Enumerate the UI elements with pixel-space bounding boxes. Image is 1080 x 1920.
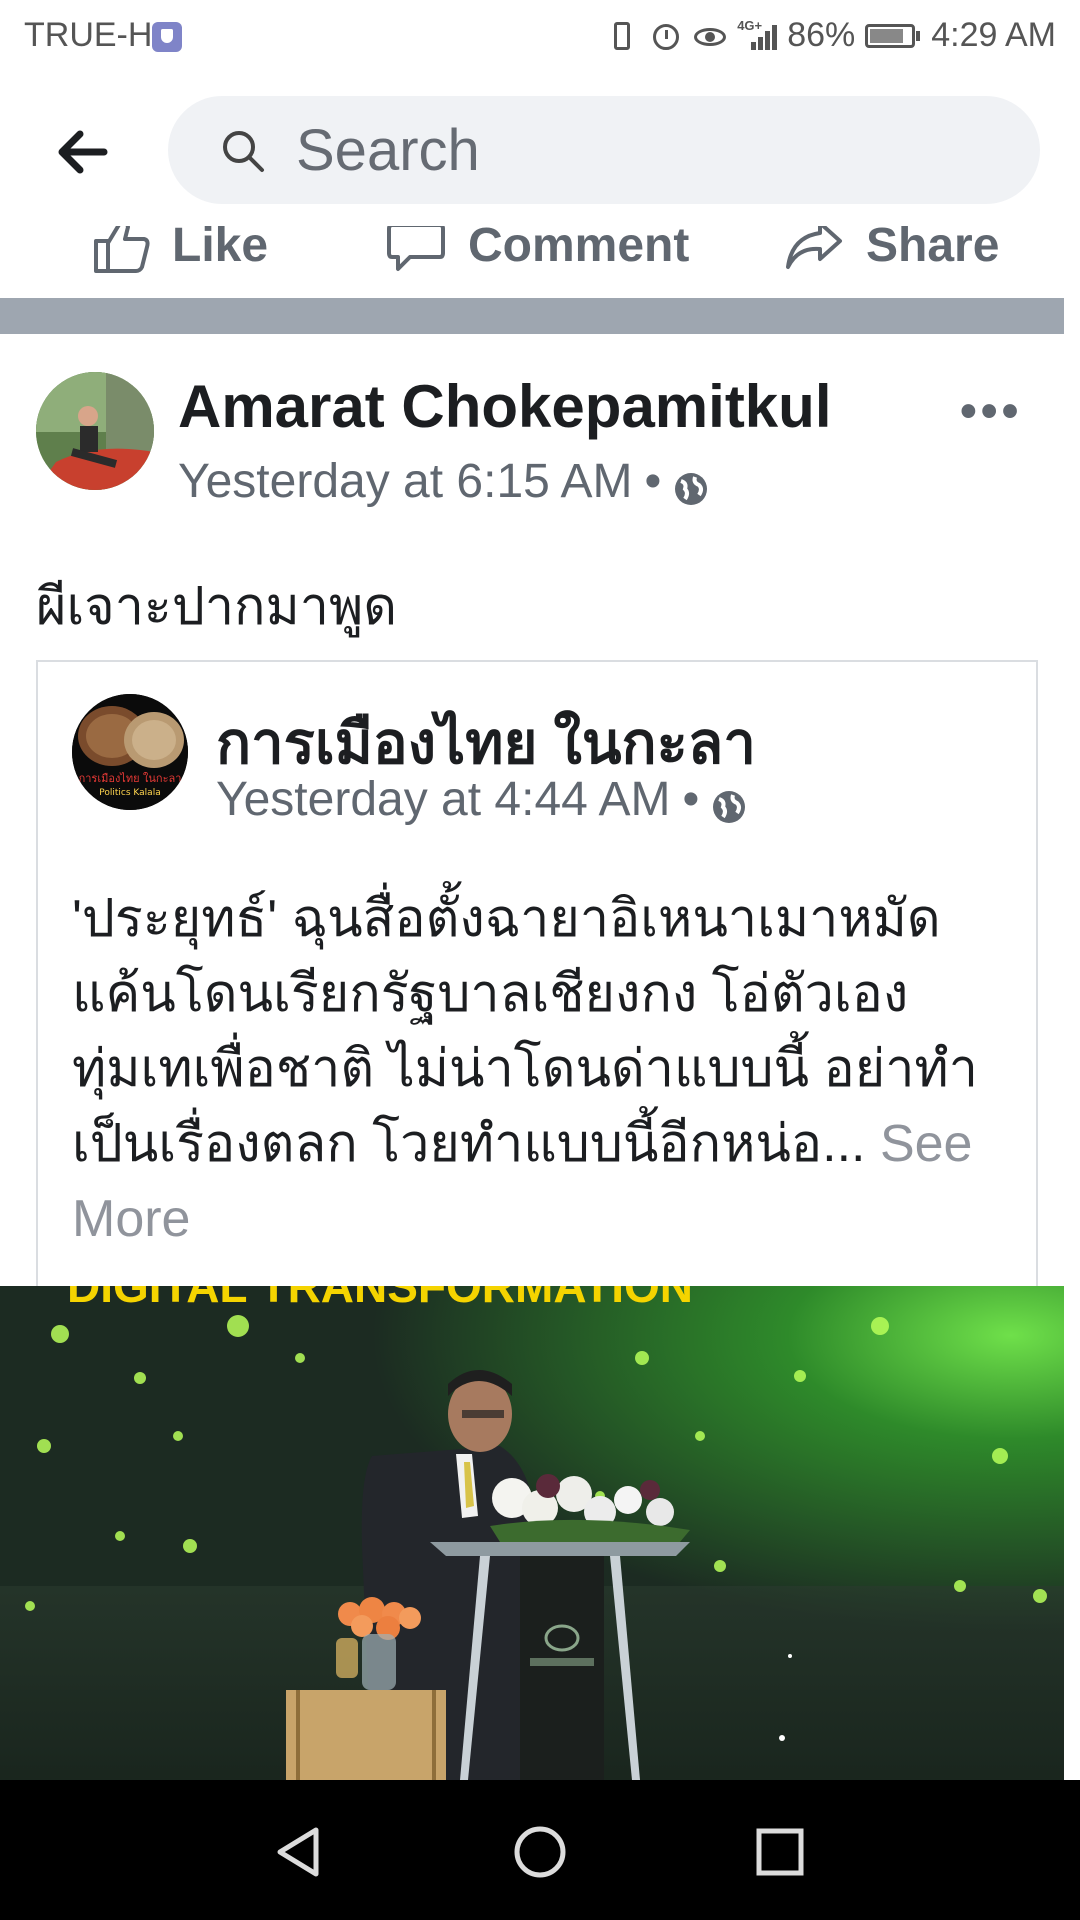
system-nav-bar: [0, 1780, 1080, 1920]
post-action-row: Like Comment Share: [0, 226, 1080, 298]
battery-icon: [865, 22, 921, 50]
post-timestamp[interactable]: Yesterday at 6:15 AM: [178, 454, 633, 509]
post-text: ผีเจาะปากมาพูด: [36, 578, 398, 636]
network-type-label: 4G+: [737, 17, 763, 33]
carrier-label: TRUE-H: [24, 16, 153, 54]
meta-separator: •: [644, 455, 662, 508]
battery-percent: 86%: [787, 16, 856, 54]
search-bar[interactable]: [168, 96, 1040, 204]
comment-label: Comment: [468, 226, 690, 272]
shared-post-text: 'ประยุทธ์' ฉุนสื่อตั้งฉายาอิเหนาเมาหมัด …: [72, 890, 978, 1173]
feed-post: Amarat Chokepamitkul Yesterday at 6:15 A…: [0, 334, 1064, 1286]
signal-icon: 4G+: [737, 17, 778, 53]
public-globe-icon: [673, 464, 709, 505]
shared-post-meta: Yesterday at 4:44 AM •: [216, 772, 747, 827]
shared-meta-separator: •: [682, 773, 700, 826]
post-meta: Yesterday at 6:15 AM •: [178, 454, 709, 509]
more-options-button[interactable]: •••: [960, 384, 1022, 439]
shared-post-timestamp[interactable]: Yesterday at 4:44 AM: [216, 772, 671, 827]
post-video[interactable]: DIGITAL TRANSFORMATION: [0, 1286, 1064, 1780]
shared-page-avatar[interactable]: การเมืองไทย ในกะลา Politics Kalala: [72, 694, 188, 810]
shared-post-body: 'ประยุทธ์' ฉุนสื่อตั้งฉายาอิเหนาเมาหมัด …: [72, 882, 1012, 1257]
alarm-icon: [649, 19, 683, 53]
shared-post-card[interactable]: การเมืองไทย ในกะลา Politics Kalala การเม…: [36, 660, 1038, 1286]
video-banner-text: DIGITAL TRANSFORMATION: [67, 1286, 693, 1312]
share-icon: [786, 226, 842, 269]
feed-divider: [0, 298, 1064, 334]
back-arrow-icon[interactable]: [56, 130, 108, 174]
comment-icon: [387, 226, 445, 271]
search-icon: [220, 128, 266, 174]
nav-recents-icon[interactable]: [750, 1822, 810, 1882]
author-avatar[interactable]: [36, 372, 154, 490]
share-label: Share: [866, 226, 1000, 272]
like-button[interactable]: Like: [92, 226, 268, 278]
author-name[interactable]: Amarat Chokepamitkul: [178, 372, 832, 441]
thumbs-up-icon: [94, 226, 150, 273]
nav-back-icon[interactable]: [270, 1822, 330, 1882]
eye-comfort-icon: [693, 19, 727, 53]
comment-button[interactable]: Comment: [386, 226, 689, 278]
vpn-shield-icon: [152, 22, 182, 52]
search-input[interactable]: [296, 120, 996, 180]
search-header: [0, 74, 1080, 228]
shared-avatar-caption-bottom: Politics Kalala: [99, 788, 160, 798]
shared-public-globe-icon: [711, 782, 747, 823]
nav-home-icon[interactable]: [510, 1822, 570, 1882]
status-icons: 4G+ 86% 4:29 AM: [605, 16, 1056, 55]
status-bar: TRUE-H 4G+ 86% 4:29 AM: [0, 0, 1080, 74]
like-label: Like: [172, 226, 269, 272]
share-button[interactable]: Share: [784, 226, 999, 278]
shared-avatar-caption-top: การเมืองไทย ในกะลา: [79, 772, 182, 785]
vibrate-icon: [605, 19, 639, 53]
clock: 4:29 AM: [931, 16, 1056, 54]
